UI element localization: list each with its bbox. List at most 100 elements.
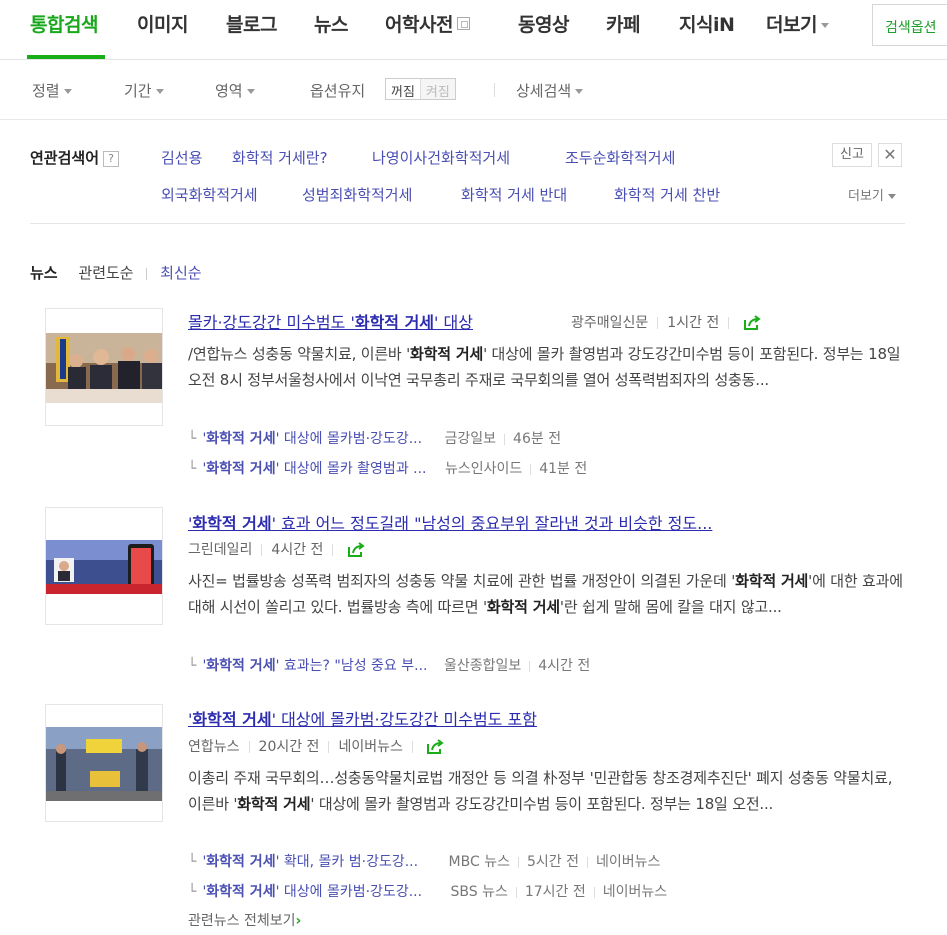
period-dropdown[interactable]: 기간 bbox=[124, 80, 164, 101]
related-keyword[interactable]: 조두순화학적거세 bbox=[565, 147, 675, 168]
news-title-text: ' 효과 어느 정도길래 "남성의 중요부위 잘라낸 것과 비슷한 정도... bbox=[271, 514, 713, 533]
news-meta: 연합뉴스 20시간 전 네이버뉴스 bbox=[188, 736, 444, 756]
share-icon[interactable] bbox=[426, 739, 444, 755]
news-desc-text: '란 쉽게 말해 몸에 칼을 대지 않고... bbox=[559, 598, 782, 616]
toggle-on-option[interactable]: 켜짐 bbox=[419, 79, 455, 100]
chevron-down-icon bbox=[246, 89, 255, 94]
related-news-source[interactable]: 뉴스인사이드 bbox=[445, 461, 522, 477]
related-news-time: 4시간 전 bbox=[538, 658, 591, 674]
divider bbox=[515, 886, 517, 898]
tab-cafe[interactable]: 카페 bbox=[606, 10, 640, 37]
news-desc-text: 사진= 법률방송 성폭력 범죄자의 성충동 약물 치료에 관한 법률 개정안이 … bbox=[188, 572, 736, 590]
share-icon[interactable] bbox=[743, 315, 761, 331]
news-title-keyword: 화학적 거세 bbox=[354, 313, 435, 332]
news-title-link[interactable]: '화학적 거세' 효과 어느 정도길래 "남성의 중요부위 잘라낸 것과 비슷한… bbox=[188, 510, 712, 534]
related-news-time: 41분 전 bbox=[539, 461, 588, 477]
help-icon[interactable]: ? bbox=[103, 150, 120, 167]
news-thumbnail[interactable] bbox=[45, 308, 163, 426]
related-news-link[interactable]: '화학적 거세' 대상에 몰카범·강도강... bbox=[202, 431, 422, 447]
related-news-source[interactable]: 금강일보 bbox=[445, 431, 497, 447]
related-news-keyword: 화학적 거세 bbox=[206, 461, 276, 477]
news-desc-keyword: 화학적 거세 bbox=[410, 345, 484, 363]
related-news-link[interactable]: '화학적 거세' 확대, 몰카 범·강도강... bbox=[202, 854, 418, 870]
related-keyword[interactable]: 성범죄화학적거세 bbox=[302, 184, 412, 205]
related-news-item: └ '화학적 거세' 효과는? "남성 중요 부... 울산종합일보 4시간 전 bbox=[188, 655, 590, 675]
news-source-link[interactable]: 광주매일신문 bbox=[571, 315, 648, 331]
related-keyword[interactable]: 화학적 거세 찬반 bbox=[614, 184, 720, 205]
dictionary-window-icon bbox=[456, 17, 470, 30]
related-news-keyword: 화학적 거세 bbox=[206, 854, 276, 870]
tab-image[interactable]: 이미지 bbox=[137, 10, 188, 37]
keep-option-toggle[interactable]: 꺼짐 켜짐 bbox=[385, 78, 456, 100]
tab-news[interactable]: 뉴스 bbox=[314, 10, 348, 37]
detail-search-dropdown[interactable]: 상세검색 bbox=[516, 80, 584, 101]
naver-news-link[interactable]: 네이버뉴스 bbox=[603, 884, 667, 900]
area-dropdown[interactable]: 영역 bbox=[215, 80, 255, 101]
news-photo-cabinet-meeting bbox=[46, 309, 162, 425]
close-icon[interactable]: ✕ bbox=[878, 143, 902, 167]
divider bbox=[332, 544, 334, 556]
keep-option-label: 옵션유지 bbox=[310, 82, 366, 100]
news-description: /연합뉴스 성충동 약물치료, 이른바 '화학적 거세' 대상에 몰카 촬영범과… bbox=[188, 341, 904, 393]
sort-latest-link[interactable]: 최신순 bbox=[160, 264, 201, 282]
news-description: 이총리 주재 국무회의…성충동약물치료법 개정안 등 의결 朴정부 '민관합동 … bbox=[188, 765, 904, 817]
tab-dictionary[interactable]: 어학사전 bbox=[385, 10, 470, 37]
sort-relevance-link[interactable]: 관련도순 bbox=[78, 264, 133, 282]
news-thumbnail[interactable] bbox=[45, 507, 163, 625]
related-news-item: └ '화학적 거세' 대상에 몰카 촬영범과 ... 뉴스인사이드 41분 전 bbox=[188, 458, 587, 478]
related-news-link[interactable]: '화학적 거세' 효과는? "남성 중요 부... bbox=[202, 658, 427, 674]
news-title-text: ' 대상 bbox=[434, 313, 473, 332]
divider bbox=[517, 856, 519, 868]
related-news-text: ' 대상에 몰카범·강도강... bbox=[275, 884, 423, 900]
divider bbox=[593, 886, 595, 898]
news-title-keyword: 화학적 거세 bbox=[192, 710, 272, 729]
tab-video[interactable]: 동영상 bbox=[518, 10, 569, 37]
related-news-link[interactable]: '화학적 거세' 대상에 몰카범·강도강... bbox=[202, 884, 422, 900]
news-source-link[interactable]: 그린데일리 bbox=[188, 542, 252, 558]
tab-more[interactable]: 더보기 bbox=[766, 10, 829, 37]
tab-kin[interactable]: 지식iN bbox=[679, 10, 735, 37]
news-thumbnail[interactable] bbox=[45, 704, 163, 822]
report-button[interactable]: 신고 bbox=[832, 143, 872, 167]
divider bbox=[146, 267, 148, 280]
related-news-link[interactable]: '화학적 거세' 대상에 몰카 촬영범과 ... bbox=[202, 461, 426, 477]
news-title-keyword: 화학적 거세 bbox=[192, 514, 272, 533]
related-keyword[interactable]: 화학적 거세 반대 bbox=[461, 184, 567, 205]
news-source-link[interactable]: 연합뉴스 bbox=[188, 739, 240, 755]
sort-dropdown[interactable]: 정렬 bbox=[32, 80, 72, 101]
news-title-link[interactable]: '화학적 거세' 대상에 몰카범·강도강간 미수범도 포함 bbox=[188, 706, 537, 730]
tab-integrated-search[interactable]: 통합검색 bbox=[30, 10, 98, 37]
chevron-right-icon: › bbox=[295, 913, 302, 929]
search-options-button[interactable]: 검색옵션 bbox=[872, 4, 947, 46]
related-news-source[interactable]: MBC 뉴스 bbox=[449, 854, 510, 870]
related-keywords-title: 연관검색어? bbox=[30, 147, 120, 168]
related-news-source[interactable]: 울산종합일보 bbox=[444, 658, 521, 674]
related-keyword[interactable]: 나영이사건화학적거세 bbox=[372, 147, 510, 168]
sort-label: 정렬 bbox=[32, 82, 60, 100]
related-keywords: 연관검색어? 김선용 화학적 거세란? 나영이사건화학적거세 조두순화학적거세 … bbox=[30, 120, 905, 224]
news-time: 4시간 전 bbox=[271, 542, 324, 558]
news-desc-keyword: 화학적 거세 bbox=[486, 598, 560, 616]
divider bbox=[248, 741, 250, 753]
news-section-header: 뉴스 관련도순 최신순 bbox=[30, 262, 202, 283]
toggle-off-option[interactable]: 꺼짐 bbox=[386, 79, 420, 100]
naver-news-link[interactable]: 네이버뉴스 bbox=[596, 854, 660, 870]
tab-blog[interactable]: 블로그 bbox=[226, 10, 277, 37]
sort-bar: 정렬 기간 영역 옵션유지 꺼짐 켜짐 상세검색 bbox=[0, 60, 947, 120]
related-keyword[interactable]: 김선용 bbox=[161, 147, 202, 168]
naver-news-link[interactable]: 네이버뉴스 bbox=[338, 739, 402, 755]
news-title-link[interactable]: 몰카·강도강간 미수범도 '화학적 거세' 대상 bbox=[188, 309, 473, 333]
related-more-link[interactable]: 더보기 bbox=[848, 185, 896, 204]
related-news-source[interactable]: SBS 뉴스 bbox=[451, 884, 508, 900]
related-keyword[interactable]: 화학적 거세란? bbox=[232, 147, 328, 168]
related-keyword[interactable]: 외국화학적거세 bbox=[161, 184, 258, 205]
divider bbox=[586, 856, 588, 868]
news-photo-street-crowd bbox=[46, 705, 162, 821]
share-icon[interactable] bbox=[347, 542, 365, 558]
all-related-news-link[interactable]: 관련뉴스 전체보기› bbox=[188, 910, 301, 930]
sub-arrow-icon: └ bbox=[188, 854, 197, 870]
news-meta: 광주매일신문 1시간 전 bbox=[571, 312, 761, 332]
news-photo-broadcast bbox=[46, 508, 162, 624]
related-news-text: ' 효과는? "남성 중요 부... bbox=[275, 658, 428, 674]
related-news-keyword: 화학적 거세 bbox=[206, 658, 276, 674]
